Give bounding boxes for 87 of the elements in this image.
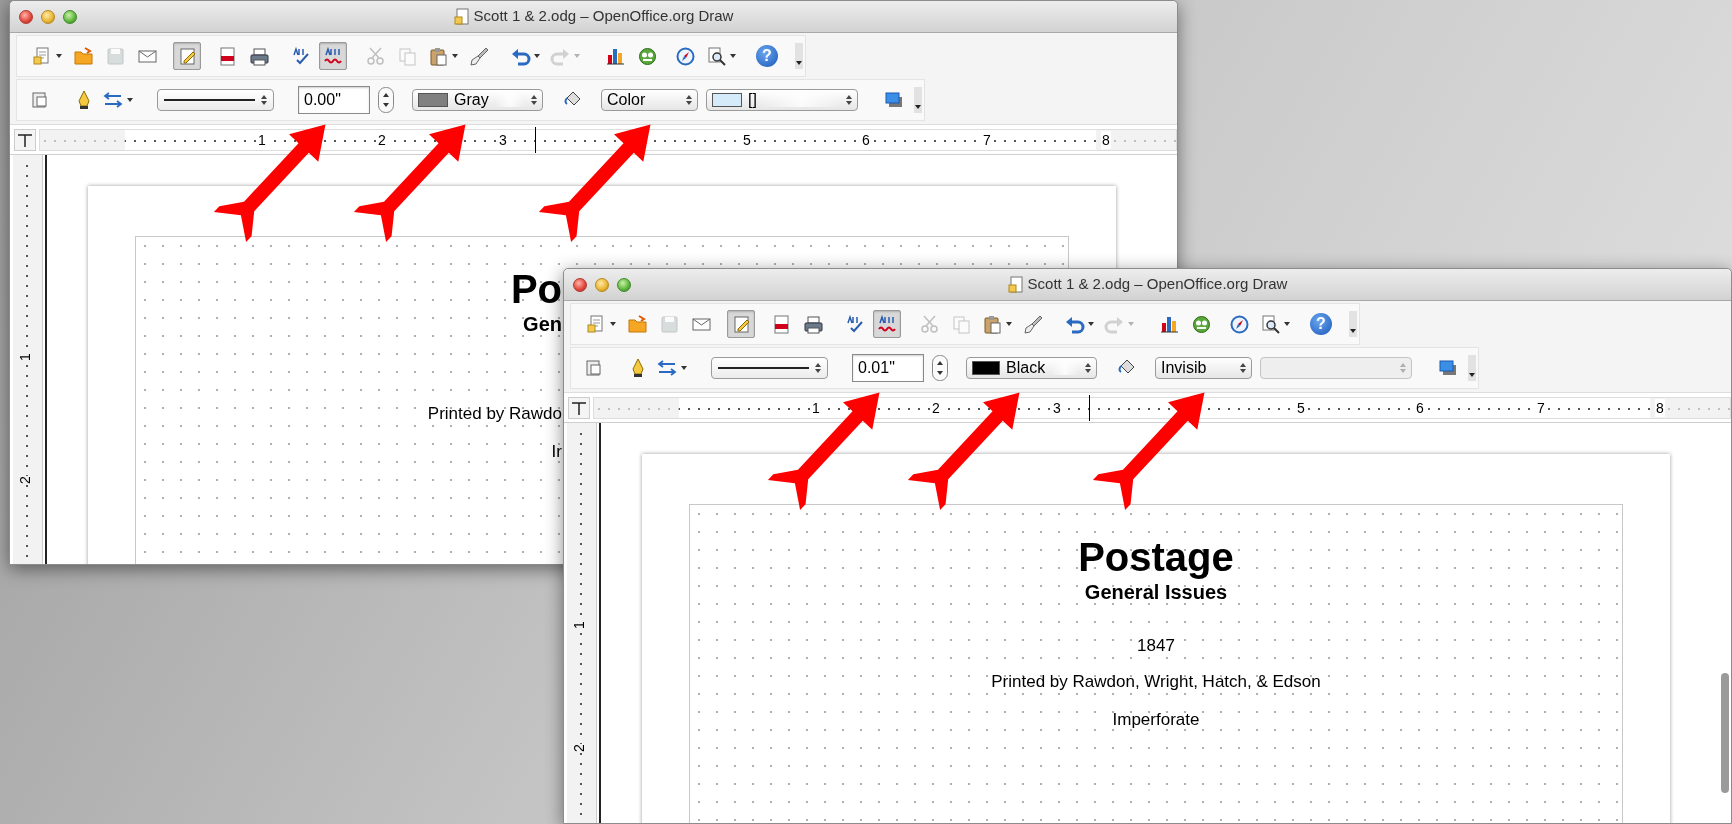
ruler-number: 1 <box>17 353 32 361</box>
toolbar-overflow-icon[interactable] <box>795 43 803 69</box>
ruler-origin-icon[interactable] <box>14 128 36 151</box>
line-color-dropdown[interactable]: Black <box>966 357 1097 379</box>
document-title: Po <box>510 266 562 313</box>
line-color-dropdown[interactable]: Gray <box>412 89 543 111</box>
ruler-marker <box>535 126 536 153</box>
copy-icon <box>396 45 418 67</box>
zoom-button[interactable] <box>63 9 77 24</box>
ruler-number: 2 <box>571 744 586 752</box>
paintbrush-icon <box>1022 313 1044 335</box>
caret-icon <box>1088 322 1094 326</box>
up-down-caret-icon <box>686 95 692 105</box>
ruler-number: 8 <box>1655 398 1665 417</box>
ruler-number: 8 <box>1101 130 1111 149</box>
caret-icon <box>574 54 580 58</box>
toolbar-overflow-icon[interactable] <box>914 87 922 113</box>
document-icon <box>1007 275 1024 294</box>
spin-button[interactable] <box>932 355 948 381</box>
line-width-field[interactable]: 0.00" <box>298 86 370 114</box>
caret-icon <box>1128 322 1134 326</box>
window-title: Scott 1 & 2.odg – OpenOffice.org Draw <box>1027 274 1288 295</box>
line-width-field[interactable]: 0.01" <box>852 354 924 382</box>
copy-icon <box>950 313 972 335</box>
caret-icon <box>1006 322 1012 326</box>
scissors-icon <box>364 45 386 67</box>
toolbar-button[interactable] <box>173 42 201 70</box>
up-down-caret-icon <box>815 363 821 373</box>
up-down-caret-icon <box>1240 363 1246 373</box>
up-down-caret-icon <box>261 95 267 105</box>
paintbrush-icon <box>468 45 490 67</box>
compass-icon <box>1228 313 1250 335</box>
clipboard-icon <box>428 45 449 67</box>
document-text: Ir <box>551 441 562 463</box>
ruler-origin-icon[interactable] <box>568 396 590 419</box>
folder-icon <box>72 45 94 67</box>
spin-button[interactable] <box>378 87 394 113</box>
line-style-dropdown[interactable] <box>157 89 274 111</box>
magnifier-icon <box>1260 313 1281 335</box>
document-subtitle: General Issues <box>1083 580 1229 604</box>
arrow-style-icon[interactable] <box>103 92 123 108</box>
toolbar-overflow-icon[interactable] <box>1349 311 1357 337</box>
document-icon <box>453 7 470 26</box>
up-down-caret-icon <box>531 95 537 105</box>
clipboard-icon <box>982 313 1003 335</box>
caret-icon <box>1284 322 1290 326</box>
up-down-caret-icon <box>846 95 852 105</box>
area-style-dropdown[interactable]: Color <box>601 89 698 111</box>
line-style-dropdown[interactable] <box>711 357 828 379</box>
spellcheck-icon <box>290 45 312 67</box>
zoom-button[interactable] <box>617 277 631 292</box>
shadow-icon[interactable] <box>1438 359 1458 377</box>
ruler-marker <box>1089 394 1090 421</box>
toolbar-overflow-icon[interactable] <box>1468 355 1476 381</box>
document-text: Printed by Rawdo <box>427 403 562 425</box>
ruler-number: 2 <box>17 476 32 484</box>
vertical-scrollbar[interactable] <box>1721 673 1729 793</box>
ruler-number: 1 <box>571 621 586 629</box>
shadow-icon[interactable] <box>884 91 904 109</box>
caret-icon <box>56 54 62 58</box>
window-title: Scott 1 & 2.odg – OpenOffice.org Draw <box>473 6 734 27</box>
toolbar-button[interactable] <box>727 310 755 338</box>
caret-icon <box>534 54 540 58</box>
spellcheck-icon <box>844 313 866 335</box>
document-text: Printed by Rawdon, Wright, Hatch, & Edson <box>990 671 1322 693</box>
caret-icon <box>681 366 687 370</box>
up-down-caret-icon <box>1400 363 1406 373</box>
printer-icon <box>248 45 270 67</box>
caret-icon <box>127 98 133 102</box>
close-button[interactable] <box>573 277 587 292</box>
arrow-style-icon[interactable] <box>657 360 677 376</box>
caret-icon <box>452 54 458 58</box>
compass-icon <box>674 45 696 67</box>
up-down-caret-icon <box>1085 363 1091 373</box>
document-subtitle: Gen <box>523 312 562 336</box>
scissors-icon <box>918 313 940 335</box>
printer-icon <box>802 313 824 335</box>
close-button[interactable] <box>19 9 33 24</box>
area-fill-dropdown[interactable]: [] <box>706 89 858 111</box>
caret-icon <box>610 322 616 326</box>
document-text: 1847 <box>1136 635 1176 657</box>
magnifier-icon <box>706 45 727 67</box>
area-style-dropdown[interactable]: Invisib <box>1155 357 1252 379</box>
document-text: Imperforate <box>1111 709 1201 731</box>
folder-icon <box>626 313 648 335</box>
caret-icon <box>730 54 736 58</box>
document-title: Postage <box>1077 534 1235 581</box>
